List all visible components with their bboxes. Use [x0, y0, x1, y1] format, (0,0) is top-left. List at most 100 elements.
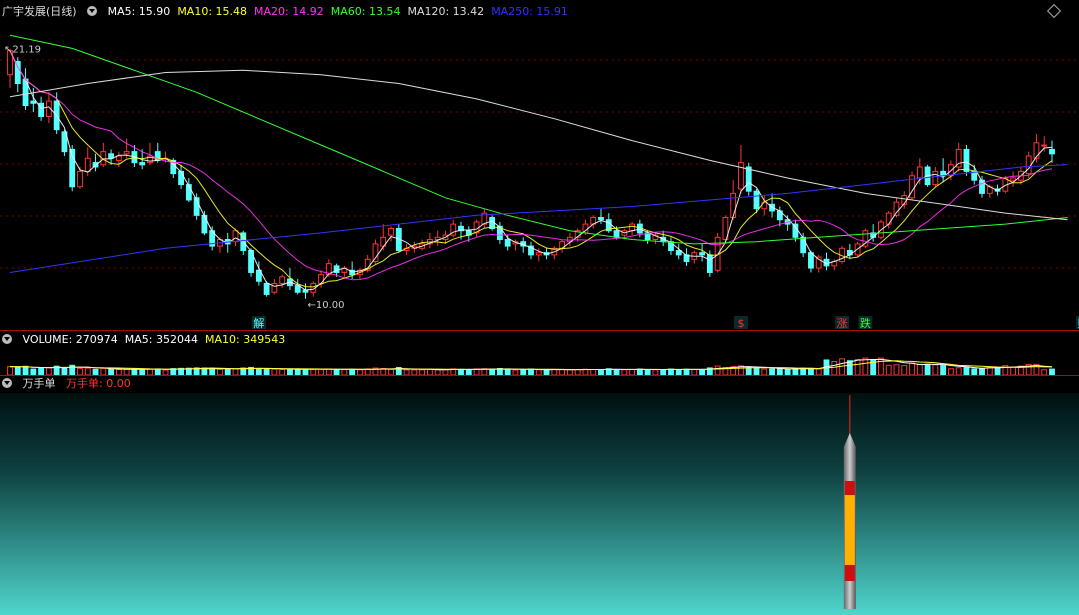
ma-line-ma120 — [9, 69, 1068, 221]
candle-body — [808, 252, 814, 269]
high-price-label: ↖21.19 — [4, 45, 41, 56]
signal-bar-orange — [844, 495, 855, 565]
volume-bar — [901, 365, 908, 376]
volume-bar — [916, 363, 923, 376]
stock-title: 广宇发展(日线) — [2, 5, 77, 18]
indicator-legend: 万手单 万手单: 0.00 — [2, 376, 138, 392]
volume-bar — [955, 367, 962, 376]
volume-bar — [909, 362, 915, 376]
candle-body — [372, 243, 379, 262]
candle-body — [893, 201, 900, 216]
volume-legend-items: VOLUME: 270974 MA5: 352044 MA10: 349543 — [23, 333, 293, 346]
indicator-name: 万手单 — [22, 377, 56, 390]
volume-bar — [893, 364, 900, 376]
volume-bar — [839, 358, 845, 376]
volume-bar — [77, 367, 83, 376]
main-legend: 广宇发展(日线) MA5: 15.90 MA10: 15.48 MA20: 14.9… — [2, 4, 582, 20]
candle-body — [30, 100, 37, 104]
volume-legend: VOLUME: 270974 MA5: 352044 MA10: 349543 — [2, 332, 299, 348]
ma-legend-item-2: MA20: 14.92 — [254, 5, 324, 18]
volume-bar — [209, 367, 216, 376]
candle-body — [613, 230, 620, 238]
event-marker: 涨 — [837, 317, 848, 330]
candle-body — [388, 228, 394, 236]
candle-body — [932, 170, 939, 186]
ma-legend-item-5: MA250: 15.91 — [491, 5, 568, 18]
ma-legend-item-1: MA10: 15.48 — [177, 5, 248, 18]
candle-body — [598, 217, 604, 221]
ma-legend-item-4: MA120: 13.42 — [407, 5, 485, 18]
volume-bar — [22, 365, 29, 376]
candle-body — [504, 239, 511, 247]
candle-body — [745, 166, 752, 192]
volume-bar — [940, 364, 947, 376]
candle-body — [108, 153, 115, 159]
candle-body — [139, 162, 146, 166]
candle-body — [535, 252, 542, 256]
candle-body — [761, 201, 768, 210]
volume-bar — [854, 359, 861, 376]
volume-bar — [1010, 366, 1017, 376]
volume-legend-item-0: VOLUME: 270974 — [22, 333, 118, 346]
volume-bar — [932, 364, 939, 376]
candle-body — [800, 236, 807, 254]
volume-legend-item-1: MA5: 352044 — [124, 333, 198, 346]
panel-separator — [0, 330, 1079, 331]
dropdown-icon[interactable] — [2, 334, 12, 344]
volume-bar — [753, 367, 760, 376]
candle-body — [14, 61, 21, 85]
ma-legend-item-0: MA5: 15.90 — [107, 5, 171, 18]
low-price-label: ←10.00 — [307, 300, 344, 311]
candle-body — [178, 170, 184, 186]
candle-body — [1010, 177, 1017, 181]
candle-body — [675, 249, 682, 256]
candle-body — [84, 157, 91, 172]
candle-body — [77, 170, 83, 188]
candle-body — [279, 276, 286, 284]
candle-body — [294, 285, 301, 293]
candle-body — [1049, 148, 1055, 155]
event-marker: $ — [737, 317, 744, 330]
volume-bar — [994, 366, 1001, 376]
candle-body — [271, 282, 278, 293]
volume-bar — [714, 365, 721, 376]
volume-bar — [38, 367, 45, 376]
signal-bar-red-bottom — [844, 565, 855, 581]
event-marker: 解 — [253, 316, 264, 330]
price-chart[interactable]: ↖21.19←10.00解$涨跌财 — [0, 0, 1079, 330]
volume-bar — [885, 364, 892, 376]
ma-legend-items: MA5: 15.90 MA10: 15.48 MA20: 14.92 MA60: 13… — [108, 5, 575, 18]
event-marker: 跌 — [860, 316, 871, 330]
candle-body — [699, 252, 705, 256]
candle-body — [629, 223, 636, 232]
candle-body — [963, 148, 970, 172]
volume-bar — [924, 363, 931, 376]
candle-body — [885, 212, 892, 225]
volume-bar — [963, 366, 970, 376]
ma-line-ma60 — [9, 34, 1068, 245]
candle-body — [792, 223, 799, 238]
candle-body — [115, 155, 122, 161]
volume-bar — [846, 360, 853, 376]
volume-bar — [7, 366, 13, 376]
candle-body — [916, 166, 923, 179]
candle-body — [232, 230, 239, 243]
panel-separator — [0, 375, 1079, 376]
candle-body — [753, 190, 760, 210]
candle-body — [318, 274, 324, 284]
indicator-chart[interactable] — [0, 377, 1079, 615]
dropdown-icon[interactable] — [87, 6, 98, 16]
volume-legend-item-2: MA10: 349543 — [204, 333, 286, 346]
candle-body — [1041, 144, 1048, 147]
volume-bar — [100, 367, 107, 376]
volume-bar — [45, 367, 52, 376]
candle-body — [730, 192, 737, 219]
ma-legend-item-3: MA60: 13.54 — [330, 5, 401, 18]
volume-bar — [878, 357, 884, 376]
candle-body — [201, 214, 208, 234]
indicator-background — [0, 393, 1079, 615]
volume-bar — [808, 367, 814, 376]
dropdown-icon[interactable] — [2, 378, 12, 388]
indicator-value: 万手单: 0.00 — [66, 377, 131, 390]
volume-bar — [831, 360, 838, 376]
